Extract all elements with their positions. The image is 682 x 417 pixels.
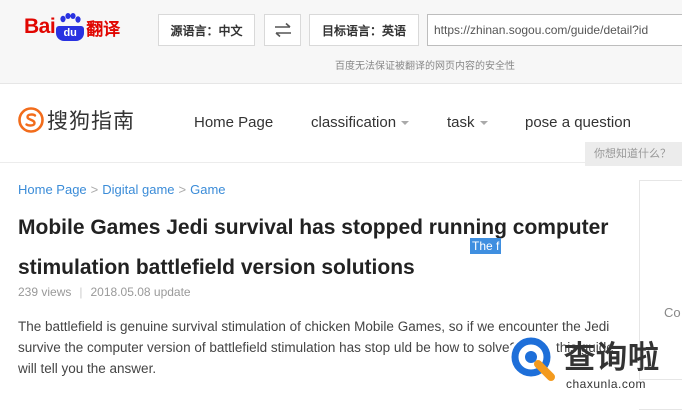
baidu-translate-label: 翻译 — [86, 19, 121, 40]
update-date: 2018.05.08 update — [90, 285, 191, 299]
chevron-down-icon — [479, 120, 488, 125]
sogou-guide-logo[interactable]: 搜狗指南 — [18, 105, 135, 135]
nav-classification-label: classification — [311, 114, 397, 131]
watermark-chinese-text: 查询啦 — [564, 340, 660, 376]
sidebar-text: Co — [664, 305, 681, 320]
swap-languages-button[interactable] — [264, 14, 301, 46]
chaxunla-watermark: 查询啦 chaxunla.com — [504, 330, 674, 400]
view-count: 239 views — [18, 285, 72, 299]
sogou-s-icon — [18, 107, 44, 133]
translate-toolbar: Bai du 翻译 源语言：中文 目标语言：英语 https://zhinan.… — [0, 0, 682, 84]
sidebar-panel-bottom — [639, 409, 682, 417]
nav-classification[interactable]: classification — [311, 114, 410, 131]
translation-highlight: The f — [470, 238, 502, 254]
breadcrumb-separator: > — [178, 182, 187, 197]
sogou-logo-text: 搜狗指南 — [47, 109, 135, 133]
target-language-select[interactable]: 目标语言：英语 — [309, 14, 419, 46]
page-title: Mobile Games Jedi survival has stopped r… — [18, 216, 609, 279]
site-navbar: 搜狗指南 Home Page classification task pose … — [0, 85, 682, 166]
baidu-paw-icon: du — [56, 13, 85, 41]
nav-task-label: task — [447, 114, 475, 131]
security-notice: 百度无法保证被翻译的网页内容的安全性 — [335, 61, 515, 72]
chaxunla-q-icon — [508, 334, 558, 384]
chevron-down-icon — [401, 120, 410, 125]
swap-arrows-icon — [274, 22, 291, 38]
breadcrumb: Home Page > Digital game > Game — [18, 182, 226, 197]
nav-home-page[interactable]: Home Page — [194, 114, 273, 131]
nav-pose-question[interactable]: pose a question — [525, 114, 631, 131]
nav-task[interactable]: task — [447, 114, 488, 131]
breadcrumb-separator: > — [90, 182, 99, 197]
breadcrumb-game[interactable]: Game — [190, 182, 225, 197]
site-search-input[interactable]: 你想知道什么？ — [585, 142, 682, 166]
baidu-logo-text: Bai — [24, 15, 56, 38]
nav-home-label: Home Page — [194, 114, 274, 131]
breadcrumb-home[interactable]: Home Page — [18, 182, 87, 197]
nav-ask-label: pose a question — [525, 114, 631, 131]
breadcrumb-digital-game[interactable]: Digital game — [102, 182, 174, 197]
source-language-select[interactable]: 源语言：中文 — [158, 14, 255, 46]
watermark-url: chaxunla.com — [566, 377, 647, 391]
baidu-translate-logo[interactable]: Bai du 翻译 — [24, 11, 120, 43]
article-meta: 239 views | 2018.05.08 update — [18, 285, 191, 299]
url-input[interactable]: https://zhinan.sogou.com/guide/detail?id — [427, 14, 682, 46]
